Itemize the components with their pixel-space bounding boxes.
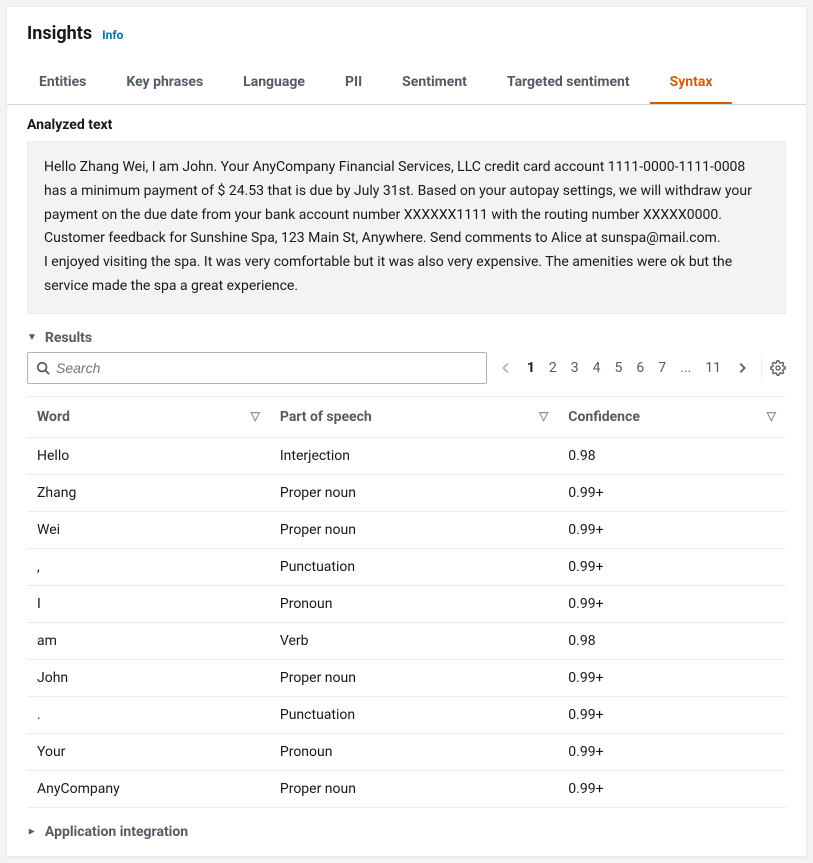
analyzed-text-content: Hello Zhang Wei, I am John. Your AnyComp… [27,141,786,314]
tab-key-phrases[interactable]: Key phrases [106,62,223,104]
table-row: AnyCompanyProper noun0.99+ [27,770,786,807]
cell-conf: 0.99+ [558,659,786,696]
chevron-right-icon [735,361,749,375]
table-row: HelloInterjection0.98 [27,437,786,474]
page-4[interactable]: 4 [593,360,601,376]
search-input-wrap[interactable] [27,352,487,384]
cell-pos: Proper noun [270,770,558,807]
sort-icon[interactable]: ▽ [767,409,776,423]
sort-icon[interactable]: ▽ [251,409,260,423]
cell-pos: Verb [270,622,558,659]
tab-syntax[interactable]: Syntax [650,62,733,104]
cell-word: Your [27,733,270,770]
analyzed-text-label: Analyzed text [27,117,786,133]
caret-down-icon: ▼ [27,332,37,343]
cell-pos: Punctuation [270,696,558,733]
cell-word: , [27,548,270,585]
cell-word: Wei [27,511,270,548]
caret-right-icon: ▼ [26,827,37,837]
page-11[interactable]: 11 [705,360,721,376]
app-integration-label: Application integration [45,824,188,840]
tab-pii[interactable]: PII [325,62,382,104]
tab-sentiment[interactable]: Sentiment [382,62,487,104]
cell-word: am [27,622,270,659]
cell-pos: Proper noun [270,474,558,511]
cell-conf: 0.99+ [558,511,786,548]
tab-entities[interactable]: Entities [19,62,106,104]
cell-word: John [27,659,270,696]
table-header-row: Word ▽ Part of speech ▽ Confidence ▽ [27,396,786,437]
table-row: WeiProper noun0.99+ [27,511,786,548]
page-next[interactable] [735,361,749,375]
tab-targeted-sentiment[interactable]: Targeted sentiment [487,62,650,104]
cell-pos: Interjection [270,437,558,474]
col-header-pos[interactable]: Part of speech ▽ [270,396,558,437]
gear-icon [770,360,786,376]
table-row: .Punctuation0.99+ [27,696,786,733]
cell-conf: 0.98 [558,437,786,474]
cell-conf: 0.99+ [558,696,786,733]
page-title: Insights [27,23,92,44]
sort-icon[interactable]: ▽ [539,409,548,423]
settings-button[interactable] [761,356,786,380]
col-header-conf[interactable]: Confidence ▽ [558,396,786,437]
page-6[interactable]: 6 [636,360,644,376]
cell-conf: 0.99+ [558,474,786,511]
chevron-left-icon [499,361,513,375]
cell-pos: Proper noun [270,511,558,548]
table-row: JohnProper noun0.99+ [27,659,786,696]
page-prev[interactable] [499,361,513,375]
tabs: EntitiesKey phrasesLanguagePIISentimentT… [7,62,806,105]
col-header-word[interactable]: Word ▽ [27,396,270,437]
tab-language[interactable]: Language [223,62,325,104]
pagination: 1234567... 11 [499,360,749,376]
cell-conf: 0.99+ [558,585,786,622]
page-ellipsis: ... [680,360,691,376]
cell-word: . [27,696,270,733]
search-input[interactable] [50,359,478,377]
cell-conf: 0.99+ [558,733,786,770]
page-2[interactable]: 2 [549,360,557,376]
cell-pos: Punctuation [270,548,558,585]
cell-word: I [27,585,270,622]
insights-panel: Insights Info EntitiesKey phrasesLanguag… [6,6,807,857]
col-header-conf-label: Confidence [568,409,640,425]
table-row: ,Punctuation0.99+ [27,548,786,585]
col-header-pos-label: Part of speech [280,409,372,425]
results-expander[interactable]: ▼ Results [7,314,806,352]
cell-conf: 0.99+ [558,548,786,585]
table-row: IPronoun0.99+ [27,585,786,622]
cell-conf: 0.99+ [558,770,786,807]
cell-word: Hello [27,437,270,474]
table-row: amVerb0.98 [27,622,786,659]
analyzed-text-section: Analyzed text Hello Zhang Wei, I am John… [7,105,806,314]
search-icon [36,361,50,375]
page-1[interactable]: 1 [527,360,535,376]
results-toolbar: 1234567... 11 [7,352,806,384]
info-link[interactable]: Info [102,28,123,42]
panel-header: Insights Info [7,7,806,52]
results-table: Word ▽ Part of speech ▽ Confidence ▽ Hel… [27,396,786,808]
page-5[interactable]: 5 [615,360,623,376]
app-integration-expander[interactable]: ▼ Application integration [7,808,806,846]
cell-pos: Pronoun [270,585,558,622]
results-label: Results [45,330,92,346]
table-row: ZhangProper noun0.99+ [27,474,786,511]
table-row: YourPronoun0.99+ [27,733,786,770]
page-3[interactable]: 3 [571,360,579,376]
cell-pos: Pronoun [270,733,558,770]
cell-word: AnyCompany [27,770,270,807]
cell-pos: Proper noun [270,659,558,696]
col-header-word-label: Word [37,409,70,425]
cell-word: Zhang [27,474,270,511]
cell-conf: 0.98 [558,622,786,659]
page-7[interactable]: 7 [658,360,666,376]
